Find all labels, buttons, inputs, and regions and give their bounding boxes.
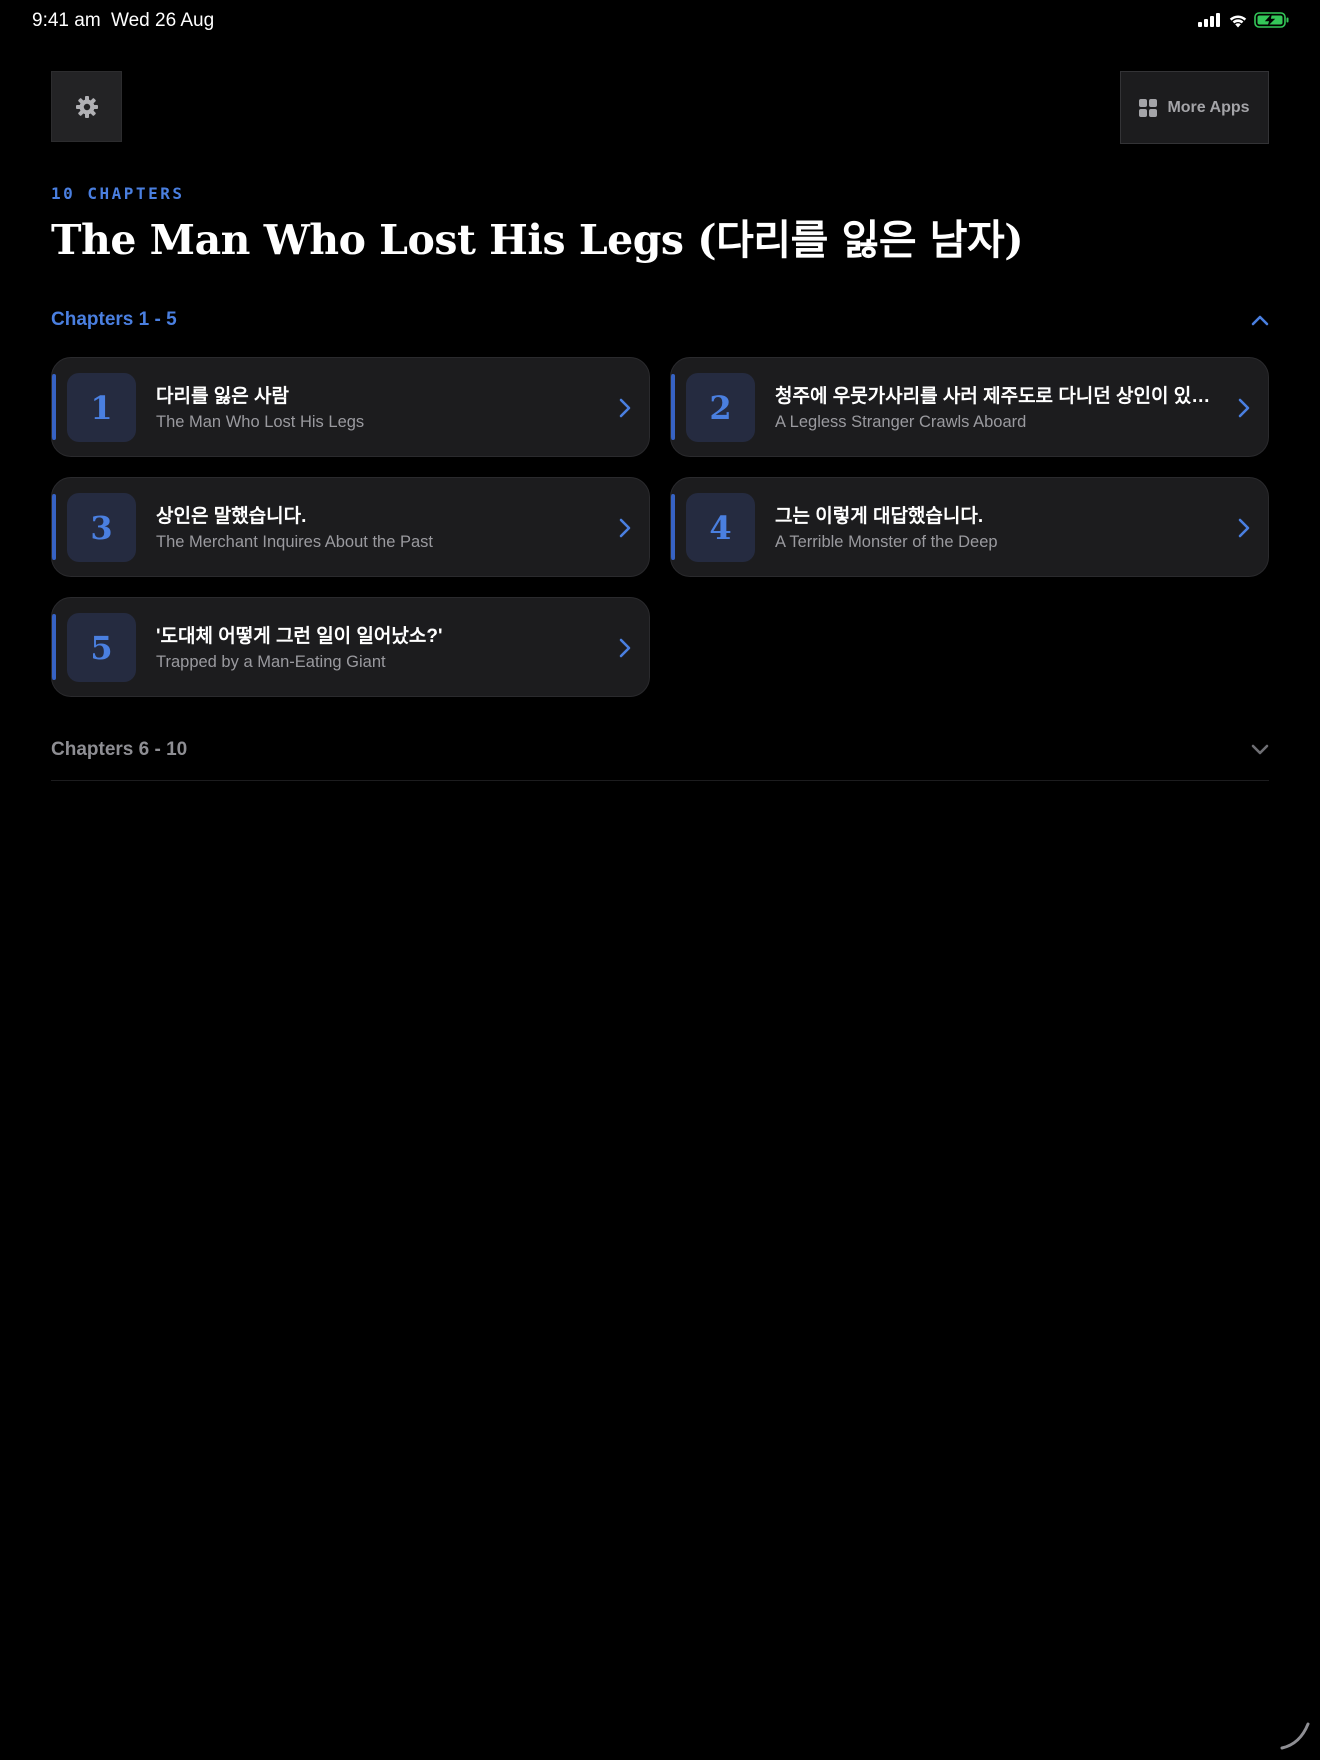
chapter-number-badge: 3 — [67, 493, 136, 562]
corner-indicator-icon — [1280, 1722, 1310, 1750]
chevron-up-icon — [1251, 315, 1269, 326]
chapter-number-badge: 4 — [686, 493, 755, 562]
battery-charging-icon — [1254, 12, 1289, 28]
gear-icon — [75, 95, 98, 118]
chapter-subtitle: Trapped by a Man-Eating Giant — [156, 653, 386, 671]
page-title: The Man Who Lost His Legs (다리를 잃은 남자) — [51, 216, 1024, 264]
chapter-card-5[interactable]: 5 '도대체 어떻게 그런 일이 일어났소?' Trapped by a Man… — [51, 597, 650, 697]
status-date: Wed 26 Aug — [111, 10, 215, 31]
chapter-card-1[interactable]: 1 다리를 잃은 사람 The Man Who Lost His Legs — [51, 357, 650, 457]
chevron-down-icon — [1251, 744, 1269, 755]
chapter-number-badge: 5 — [67, 613, 136, 682]
chevron-right-icon — [1238, 398, 1250, 418]
card-accent-bar — [671, 494, 675, 560]
section-divider — [51, 780, 1269, 781]
section-header-chapters-6-10[interactable]: Chapters 6 - 10 — [51, 733, 1269, 767]
chapter-number-badge: 2 — [686, 373, 755, 442]
chevron-right-icon — [1238, 518, 1250, 538]
chapter-title: 그는 이렇게 대답했습니다. — [775, 506, 984, 527]
chapter-card-2[interactable]: 2 청주에 우뭇가사리를 사러 제주도로 다니던 상인이 있었습니다. A Le… — [670, 357, 1269, 457]
status-time: 9:41 am — [32, 10, 101, 31]
wifi-icon — [1229, 14, 1247, 27]
grid-icon — [1139, 98, 1158, 117]
more-apps-button[interactable]: More Apps — [1120, 71, 1269, 144]
chapter-card-3[interactable]: 3 상인은 말했습니다. The Merchant Inquires About… — [51, 477, 650, 577]
card-accent-bar — [671, 374, 675, 440]
section-label: Chapters 1 - 5 — [51, 309, 177, 330]
chapter-subtitle: A Terrible Monster of the Deep — [775, 533, 998, 551]
chapter-number: 4 — [709, 508, 732, 547]
chapter-number: 2 — [709, 388, 732, 427]
chapter-subtitle: The Man Who Lost His Legs — [156, 413, 365, 431]
more-apps-label: More Apps — [1167, 98, 1250, 116]
card-accent-bar — [52, 374, 56, 440]
chapter-number: 5 — [90, 628, 113, 667]
chevron-right-icon — [619, 398, 631, 418]
chapter-title: 상인은 말했습니다. — [156, 506, 307, 527]
chevron-right-icon — [619, 518, 631, 538]
section-label: Chapters 6 - 10 — [51, 739, 188, 760]
chapter-number-badge: 1 — [67, 373, 136, 442]
settings-button[interactable] — [51, 71, 122, 142]
chevron-right-icon — [619, 638, 631, 658]
chapter-count-label: 10 CHAPTERS — [51, 184, 185, 203]
card-accent-bar — [52, 494, 56, 560]
chapter-title: 다리를 잃은 사람 — [156, 386, 289, 407]
section-header-chapters-1-5[interactable]: Chapters 1 - 5 — [51, 303, 1269, 337]
cellular-signal-icon — [1198, 13, 1220, 27]
status-icons — [1198, 12, 1290, 28]
chapter-title: '도대체 어떻게 그런 일이 일어났소?' — [156, 626, 443, 647]
chapter-subtitle: The Merchant Inquires About the Past — [156, 533, 433, 551]
chapter-title: 청주에 우뭇가사리를 사러 제주도로 다니던 상인이 있었습니다. — [775, 386, 1215, 407]
chapter-subtitle: A Legless Stranger Crawls Aboard — [775, 413, 1027, 431]
card-accent-bar — [52, 614, 56, 680]
chapter-number: 3 — [90, 508, 113, 547]
status-bar: 9:41 am Wed 26 Aug — [0, 0, 1320, 42]
chapter-card-4[interactable]: 4 그는 이렇게 대답했습니다. A Terrible Monster of t… — [670, 477, 1269, 577]
chapter-number: 1 — [90, 388, 113, 427]
